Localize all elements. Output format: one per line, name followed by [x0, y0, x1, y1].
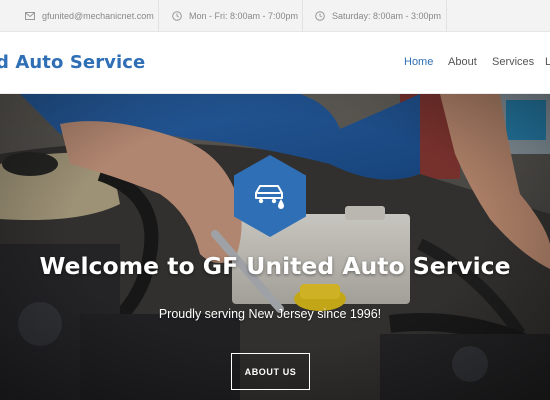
service-badge: [234, 155, 306, 237]
nav-home[interactable]: Home: [404, 56, 433, 68]
email-text[interactable]: gfunited@mechanicnet.com: [42, 11, 154, 21]
topbar-divider: [446, 0, 447, 32]
clock-icon: [315, 11, 325, 21]
email-info[interactable]: gfunited@mechanicnet.com: [25, 0, 154, 32]
hero-banner: Welcome to GF United Auto Service Proudl…: [0, 94, 550, 400]
site-logo[interactable]: d Auto Service: [0, 52, 145, 73]
weekday-hours-text: Mon - Fri: 8:00am - 7:00pm: [189, 11, 299, 21]
nav-truncated-item[interactable]: L: [545, 56, 550, 68]
saturday-hours-text: Saturday: 8:00am - 3:00pm: [332, 11, 442, 21]
clock-icon: [172, 11, 182, 21]
hero-subtitle: Proudly serving New Jersey since 1996!: [158, 307, 382, 321]
topbar-divider: [158, 0, 159, 32]
hero-title: Welcome to GF United Auto Service: [39, 252, 511, 280]
weekday-hours-info: Mon - Fri: 8:00am - 7:00pm: [172, 0, 298, 32]
envelope-icon: [25, 12, 35, 20]
saturday-hours-info: Saturday: 8:00am - 3:00pm: [315, 0, 441, 32]
site-header: d Auto Service Home About Services L: [0, 32, 550, 94]
about-us-button[interactable]: ABOUT US: [231, 353, 310, 390]
top-info-bar: gfunited@mechanicnet.com Mon - Fri: 8:00…: [0, 0, 550, 32]
topbar-divider: [302, 0, 303, 32]
nav-services[interactable]: Services: [492, 56, 534, 68]
nav-about[interactable]: About: [448, 56, 477, 68]
